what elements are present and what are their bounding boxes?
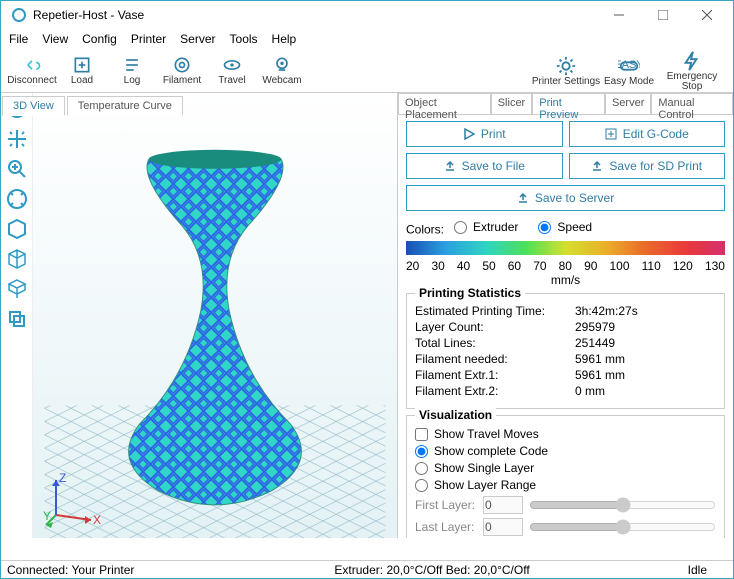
- menu-printer[interactable]: Printer: [131, 32, 166, 46]
- check-show-travel[interactable]: [415, 428, 428, 441]
- menu-help[interactable]: Help: [272, 32, 297, 46]
- tab-3d-view-main[interactable]: 3D View: [2, 96, 65, 116]
- disconnect-button[interactable]: Disconnect: [7, 51, 57, 91]
- stat-row: Filament Extr.1:5961 mm: [415, 368, 716, 382]
- filament-button[interactable]: Filament: [157, 51, 207, 91]
- export-icon: [444, 160, 456, 172]
- iso-view-tool[interactable]: [5, 217, 29, 241]
- status-extruder: Extruder: 20,0°C/Off Bed: 20,0°C/Off: [334, 563, 529, 577]
- filament-icon: [172, 55, 192, 75]
- edit-icon: [605, 128, 617, 140]
- color-scale: [406, 241, 725, 255]
- status-idle: Idle: [688, 563, 707, 577]
- view-toolbar: [1, 93, 33, 538]
- save-sd-button[interactable]: Save for SD Print: [569, 153, 726, 179]
- radio-extruder[interactable]: [454, 221, 467, 234]
- right-panel: Object Placement Slicer Print Preview Se…: [397, 93, 733, 538]
- tab-temp-curve-main[interactable]: Temperature Curve: [67, 96, 183, 115]
- load-icon: [72, 55, 92, 75]
- first-layer-input[interactable]: [483, 496, 523, 514]
- stat-row: Layer Count:295979: [415, 320, 716, 334]
- radio-show-range[interactable]: [415, 479, 428, 492]
- menu-server[interactable]: Server: [180, 32, 215, 46]
- gear-icon: [555, 55, 577, 77]
- radio-show-single[interactable]: [415, 462, 428, 475]
- disconnect-icon: [22, 55, 42, 75]
- easy-mode-button[interactable]: EASY Easy Mode: [601, 55, 657, 87]
- edit-gcode-button[interactable]: Edit G-Code: [569, 121, 726, 147]
- main-toolbar: Disconnect Load Log Filament Travel Webc…: [1, 49, 733, 93]
- webcam-button[interactable]: Webcam: [257, 51, 307, 91]
- radio-show-complete[interactable]: [415, 445, 428, 458]
- titlebar: Repetier-Host - Vase: [1, 1, 733, 29]
- top-view-tool[interactable]: [5, 277, 29, 301]
- color-scale-ticks: 2030405060708090100110120130: [406, 259, 725, 273]
- tab-server[interactable]: Server: [605, 93, 651, 114]
- menu-view[interactable]: View: [42, 32, 68, 46]
- pan-tool[interactable]: [5, 127, 29, 151]
- fit-tool[interactable]: [5, 187, 29, 211]
- first-layer-label: First Layer:: [415, 498, 477, 512]
- parallel-view-tool[interactable]: [5, 307, 29, 331]
- play-icon: [463, 128, 475, 140]
- statusbar: Connected: Your Printer Extruder: 20,0°C…: [1, 560, 733, 578]
- stat-row: Total Lines:251449: [415, 336, 716, 350]
- save-server-button[interactable]: Save to Server: [406, 185, 725, 211]
- app-icon: [11, 7, 27, 23]
- bolt-icon: [681, 50, 703, 72]
- printing-statistics: Printing Statistics Estimated Printing T…: [406, 293, 725, 409]
- stat-row: Filament Extr.2:0 mm: [415, 384, 716, 398]
- tab-print-preview[interactable]: Print Preview: [532, 93, 605, 114]
- upload-icon: [517, 192, 529, 204]
- tab-object-placement[interactable]: Object Placement: [398, 93, 491, 114]
- emergency-stop-button[interactable]: Emergency Stop: [657, 50, 727, 92]
- menu-file[interactable]: File: [9, 32, 28, 46]
- eye-icon: [222, 55, 242, 75]
- save-file-button[interactable]: Save to File: [406, 153, 563, 179]
- last-layer-slider[interactable]: [529, 519, 716, 535]
- log-icon: [122, 55, 142, 75]
- maximize-button[interactable]: [641, 1, 685, 29]
- travel-button[interactable]: Travel: [207, 51, 257, 91]
- first-layer-slider[interactable]: [529, 497, 716, 513]
- status-connection: Connected: Your Printer: [7, 563, 134, 577]
- axis-gizmo: X Y Z: [41, 470, 101, 530]
- sd-icon: [591, 160, 603, 172]
- visualization-group: Visualization Show Travel Moves Show com…: [406, 415, 725, 538]
- svg-text:EASY: EASY: [618, 58, 640, 70]
- easy-icon: EASY: [618, 55, 640, 77]
- tab-slicer[interactable]: Slicer: [491, 93, 533, 114]
- load-button[interactable]: Load: [57, 51, 107, 91]
- color-scale-unit: mm/s: [406, 273, 725, 287]
- zoom-tool[interactable]: [5, 157, 29, 181]
- last-layer-label: Last Layer:: [415, 520, 477, 534]
- svg-text:Y: Y: [43, 509, 51, 523]
- tab-manual-control[interactable]: Manual Control: [651, 93, 733, 114]
- close-button[interactable]: [685, 1, 729, 29]
- log-button[interactable]: Log: [107, 51, 157, 91]
- printer-settings-button[interactable]: Printer Settings: [531, 55, 601, 87]
- radio-speed[interactable]: [538, 221, 551, 234]
- front-view-tool[interactable]: [5, 247, 29, 271]
- stat-row: Estimated Printing Time:3h:42m:27s: [415, 304, 716, 318]
- 3d-viewport[interactable]: 3D View Temperature Curve X: [33, 93, 397, 538]
- stat-row: Filament needed:5961 mm: [415, 352, 716, 366]
- menu-config[interactable]: Config: [82, 32, 117, 46]
- last-layer-input[interactable]: [483, 518, 523, 536]
- svg-text:X: X: [93, 513, 101, 527]
- print-button[interactable]: Print: [406, 121, 563, 147]
- svg-text:Z: Z: [59, 471, 66, 485]
- menubar: File View Config Printer Server Tools He…: [1, 29, 733, 49]
- minimize-button[interactable]: [597, 1, 641, 29]
- webcam-icon: [272, 55, 292, 75]
- color-mode-row: Colors: Extruder Speed 20304050607080901…: [406, 217, 725, 287]
- window-title: Repetier-Host - Vase: [33, 8, 597, 22]
- menu-tools[interactable]: Tools: [230, 32, 258, 46]
